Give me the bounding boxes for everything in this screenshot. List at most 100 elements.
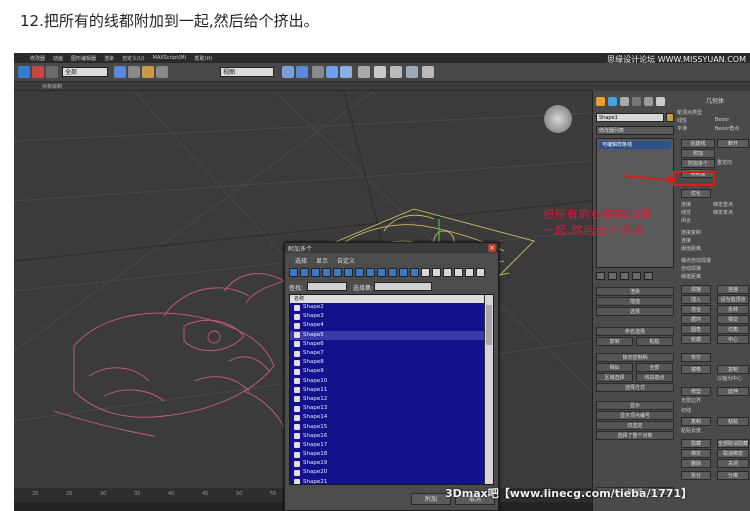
selection-rollout-item[interactable]: 线段端点 [636,373,673,382]
menu-item[interactable]: 图形编辑器 [71,55,96,62]
menu-item[interactable]: 动画 [53,55,63,62]
select-all-icon[interactable] [421,268,430,277]
geometry-button[interactable]: 取消绑定 [717,449,749,458]
select-icon[interactable] [18,66,30,78]
geometry-rollout-title[interactable]: 几何体 [679,96,750,105]
geometry-option[interactable]: 绑定首点 [713,201,733,208]
teapot-icon[interactable] [422,66,434,78]
display-warps-icon[interactable] [344,268,353,277]
geometry-button[interactable]: 附加 [681,149,715,158]
display-lights-icon[interactable] [311,268,320,277]
geometry-option[interactable]: Bezer角点 [715,125,739,132]
display-cameras-icon[interactable] [322,268,331,277]
geometry-button[interactable]: 反转 [717,305,749,314]
display-shapes-icon[interactable] [300,268,309,277]
geometry-button[interactable]: 绑定 [681,449,711,458]
list-item[interactable]: Shape3 [290,312,485,321]
object-name-field[interactable]: Shape1 [596,113,664,122]
material-editor-icon[interactable] [358,66,370,78]
list-item[interactable]: Shape14 [290,413,485,422]
list-item[interactable]: Shape7 [290,349,485,358]
hierarchy-tab-icon[interactable] [620,97,629,106]
schematic-icon[interactable] [340,66,352,78]
selection-set-dropdown[interactable] [374,282,432,291]
geometry-button[interactable]: 隐藏 [681,439,711,448]
render-frame-icon[interactable] [390,66,402,78]
configure-sets-icon[interactable] [644,272,653,280]
display-tab-icon[interactable] [644,97,653,106]
list-item[interactable]: Shape21 [290,478,485,484]
display-groups-icon[interactable] [355,268,364,277]
geometry-option[interactable]: 连接 [681,237,691,244]
geometry-option[interactable]: 平滑 [677,125,687,132]
menu-item[interactable]: 自定义(U) [122,55,145,62]
list-item[interactable]: Shape10 [290,377,485,386]
remove-modifier-icon[interactable] [632,272,641,280]
geometry-option[interactable]: 切线 [681,407,691,414]
geometry-button[interactable]: 全部取消隐藏 [717,439,749,448]
selection-rollout-item[interactable]: 相似 [596,363,633,372]
selection-rollout-item[interactable]: 插值 [596,297,674,306]
dialog-titlebar[interactable]: 附加多个 × [285,243,498,253]
viewcube-icon[interactable] [544,105,572,133]
geometry-button[interactable]: 设为首顶点 [717,295,749,304]
filter-icon[interactable] [465,268,474,277]
stack-item-editable-spline[interactable]: 可编辑样条线 [599,141,671,149]
geometry-button[interactable]: 断开 [717,139,749,148]
list-item[interactable]: Shape20 [290,468,485,477]
geometry-option[interactable]: 线性 [681,209,691,216]
geometry-button[interactable]: 焊接 [681,285,711,294]
geometry-option[interactable]: 重定向 [717,159,732,166]
object-color-swatch[interactable] [666,113,674,122]
geometry-button[interactable]: 复制 [717,365,749,374]
make-unique-icon[interactable] [620,272,629,280]
geometry-button[interactable]: 轮廓 [681,335,711,344]
selection-rollout-item[interactable]: 全部 [636,363,673,372]
geometry-button[interactable]: 熔合 [681,305,711,314]
geometry-button[interactable]: 插入 [681,295,711,304]
list-item[interactable]: Shape5 [290,330,485,340]
geometry-option[interactable]: 新顶点类型 [677,109,702,116]
geometry-button[interactable]: 圆角 [681,325,711,334]
selection-rollout-item[interactable]: 粘贴 [636,337,673,346]
geometry-option[interactable]: 无限边界 [681,397,701,404]
list-item[interactable]: Shape11 [290,386,485,395]
menu-item[interactable]: MAXScript(M) [153,55,187,61]
geometry-button[interactable]: 创建线 [681,139,715,148]
utilities-tab-icon[interactable] [656,97,665,106]
geometry-option[interactable]: 闭合 [681,217,691,224]
undo-icon[interactable] [32,66,44,78]
search-input[interactable] [307,282,347,291]
geometry-button[interactable]: 循环 [681,315,711,324]
geometry-option[interactable]: 绑定末点 [713,209,733,216]
geometry-option[interactable]: 线性 [677,117,687,124]
show-end-result-icon[interactable] [608,272,617,280]
selection-rollout-item[interactable]: 命名选择 [596,327,674,336]
list-item[interactable]: Shape2 [290,303,485,312]
render-icon[interactable] [406,66,418,78]
rotate-icon[interactable] [142,66,154,78]
selection-rollout-item[interactable]: 显示顶点编号 [596,411,674,420]
display-hidden-icon[interactable] [410,268,419,277]
selection-rollout-item[interactable]: 仅选定 [596,421,674,430]
geometry-option[interactable]: 端点自动焊接 [681,257,711,264]
object-list[interactable]: 名称 Shape2 Shape3 Shape4 Shape5 Shape6 Shape7 S… [289,294,494,485]
column-header-name[interactable]: 名称 [290,295,485,303]
geometry-button[interactable]: 镜像 [681,365,711,374]
redo-icon[interactable] [46,66,58,78]
geometry-button[interactable]: 连接 [717,285,749,294]
list-item[interactable]: Shape18 [290,450,485,459]
geometry-button[interactable]: 复制 [681,417,711,426]
layer-icon[interactable] [312,66,324,78]
geometry-button[interactable]: 拆分 [681,471,711,480]
list-item[interactable]: Shape16 [290,432,485,441]
geometry-button[interactable]: 切角 [717,325,749,334]
geometry-button[interactable]: 分离 [717,471,749,480]
geometry-option[interactable]: 阈值距离 [681,273,701,280]
geometry-option[interactable]: Bezer [715,117,729,123]
geometry-button[interactable]: 延伸 [717,387,749,396]
reference-coord-select[interactable]: 视图 [220,67,274,77]
list-item[interactable]: Shape19 [290,459,485,468]
selection-rollout-item[interactable]: 选择方式 [596,383,674,392]
list-scrollbar[interactable] [484,295,493,484]
